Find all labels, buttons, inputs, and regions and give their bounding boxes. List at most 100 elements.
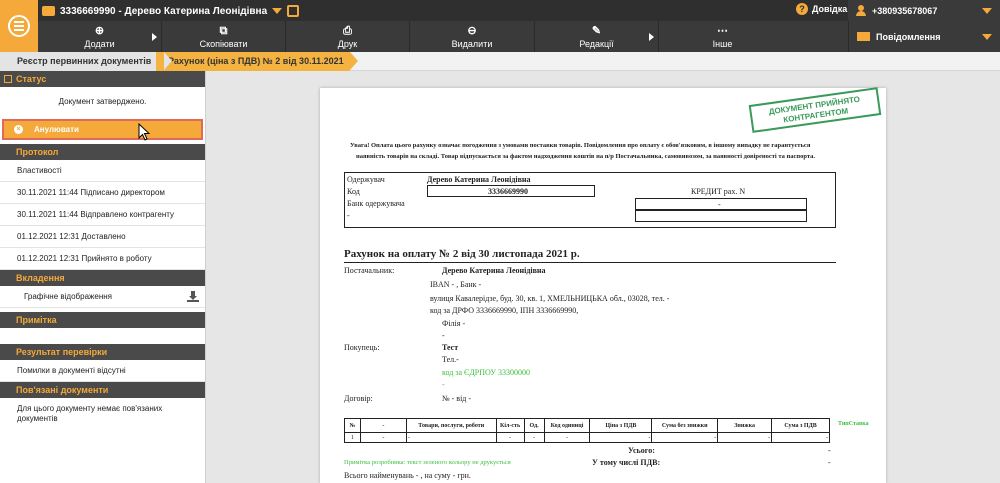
credit-label: КРЕДИТ рах. N (691, 187, 746, 196)
copy-label: Скопіювати (199, 38, 248, 49)
table-header: Ціна з ПДВ (589, 418, 653, 433)
bank-label: Банк одержувача (347, 199, 405, 208)
table-header: Сума без знижки (651, 418, 719, 433)
check-result-text: Помилки в документі відсутні (0, 360, 205, 382)
invoice-title: Рахунок на оплату № 2 від 30 листопада 2… (344, 248, 836, 263)
total-value: - (828, 446, 831, 455)
items-summary: Всього найменувань - , на суму - грн. (344, 471, 471, 480)
editions-label: Редакції (579, 38, 614, 49)
vat-label: У тому числі ПДВ: (592, 458, 661, 467)
organization-name: 3336669990 - Дерево Катерина Леонідівна (60, 5, 268, 17)
buyer-label: Покупець: (344, 343, 380, 352)
goods-table: № - Товари, послуги, роботи Кіл-сть Од. … (344, 418, 830, 443)
table-cell: - (771, 432, 830, 443)
chevron-right-icon[interactable] (152, 33, 157, 41)
protocol-event: 30.11.2021 11:44 Відправлено контрагенту (0, 204, 205, 226)
print-label: Друк (337, 38, 358, 49)
warning-line: Увага! Оплата цього рахунку означає пого… (350, 142, 811, 149)
add-label: Додати (84, 38, 115, 49)
breadcrumb-registry[interactable]: Реєстр первинних документів (0, 52, 172, 71)
contract-label: Договір: (344, 394, 373, 403)
table-cell: - (359, 432, 407, 443)
chevron-down-icon[interactable] (982, 7, 992, 14)
protocol-properties[interactable]: Властивості (0, 160, 205, 182)
section-attachments[interactable]: Вкладення (0, 270, 205, 286)
add-button[interactable]: ⊕ Додати (38, 21, 162, 52)
supplier-address: вулиця Кавалерідзе, буд. 30, кв. 1, ХМЕЛ… (430, 294, 670, 303)
buyer-extra: - (442, 380, 445, 389)
supplier-label: Постачальник: (344, 266, 395, 275)
download-icon[interactable] (187, 291, 199, 302)
user-menu[interactable]: +380935678067 (848, 0, 1000, 21)
printer-icon: ⎙ (343, 24, 352, 37)
section-check-result[interactable]: Результат перевірки (0, 344, 205, 360)
credit-box: - (635, 198, 807, 210)
related-text-line: документів (17, 414, 58, 423)
section-title: Примітка (16, 315, 57, 325)
related-text-line: Для цього документу немає пов'язаних (17, 404, 163, 413)
code-value: 3336669990 (488, 187, 528, 196)
table-cell: - (405, 432, 497, 443)
mouse-cursor-icon (138, 123, 151, 141)
help-link[interactable]: ? Довідка (796, 3, 847, 15)
table-cell: - (523, 432, 545, 443)
table-header: Сума з ПДВ (771, 418, 830, 433)
notifications-button[interactable]: Повідомлення (848, 21, 1000, 52)
protocol-event: 01.12.2021 12:31 Доставлено (0, 226, 205, 248)
help-label: Довідка (812, 4, 848, 14)
delete-button[interactable]: ⊖ Видалити (410, 21, 535, 52)
cancel-label: Анулювати (34, 125, 79, 134)
table-header: - (359, 418, 407, 433)
envelope-icon (857, 32, 870, 41)
developer-note: Примітка розробника: текст зеленого коль… (344, 459, 511, 466)
chevron-right-icon[interactable] (649, 33, 654, 41)
buyer-code: код за ЄДРПОУ 33300000 (442, 368, 530, 377)
table-header: Знижка (717, 418, 773, 433)
print-button[interactable]: ⎙ Друк (286, 21, 410, 52)
more-icon: ⋯ (717, 24, 728, 37)
payment-warning: Увага! Оплата цього рахунку означає пого… (350, 140, 870, 162)
question-icon: ? (796, 3, 808, 15)
close-icon: × (14, 125, 23, 134)
edit-icon[interactable] (287, 5, 300, 17)
briefcase-icon (42, 6, 55, 16)
copy-icon: ⧉ (219, 24, 228, 37)
toolbar: ⊕ Додати ⧉ Скопіювати ⎙ Друк ⊖ Видалити … (38, 21, 848, 52)
app-logo[interactable] (0, 0, 38, 52)
warning-line: наявність товарів на складі. Товар відпу… (356, 153, 816, 160)
recipient-name: Дерево Катерина Леонідівна (427, 175, 531, 184)
protocol-event: 30.11.2021 11:44 Підписано директором (0, 182, 205, 204)
section-protocol[interactable]: Протокол (0, 144, 205, 160)
recipient-block: Одержувач Дерево Катерина Леонідівна Код… (344, 172, 836, 228)
section-title: Пов'язані документи (16, 385, 109, 395)
contract-value: № - від - (442, 394, 472, 403)
code-box: 3336669990 (427, 185, 595, 197)
table-cell: - (717, 432, 773, 443)
section-note[interactable]: Примітка (0, 312, 205, 328)
copy-button[interactable]: ⧉ Скопіювати (162, 21, 286, 52)
bank-value: - (347, 211, 350, 220)
chevron-down-icon[interactable] (982, 33, 992, 40)
table-cell: - (589, 432, 653, 443)
table-cell: 1 (344, 432, 361, 443)
cancel-document-button[interactable]: × Анулювати (2, 119, 203, 140)
section-related-documents[interactable]: Пов'язані документи (0, 382, 205, 398)
table-cell: - (651, 432, 719, 443)
pencil-icon: ✎ (591, 24, 602, 37)
supplier-branch: Філія - (442, 319, 466, 328)
collapse-icon[interactable] (4, 75, 12, 83)
accepted-stamp: ДОКУМЕНТ ПРИЙНЯТО КОНТРАГЕНТОМ (748, 87, 882, 133)
tax-rate-label: ТипСтавка (838, 421, 869, 427)
attachment-label: Графічне відображення (24, 292, 112, 301)
organization-selector[interactable]: 3336669990 - Дерево Катерина Леонідівна (42, 3, 300, 19)
table-header: Товари, послуги, роботи (405, 418, 497, 433)
user-icon (856, 5, 866, 16)
section-status[interactable]: Статус (0, 71, 205, 87)
chevron-down-icon[interactable] (272, 8, 283, 14)
table-header: Од. (523, 418, 545, 433)
other-button[interactable]: ⋯ Інше (659, 21, 786, 52)
menu-icon (8, 15, 30, 37)
attachment-item[interactable]: Графічне відображення (0, 286, 205, 308)
editions-button[interactable]: ✎ Редакції (535, 21, 659, 52)
vat-value: - (828, 458, 831, 467)
